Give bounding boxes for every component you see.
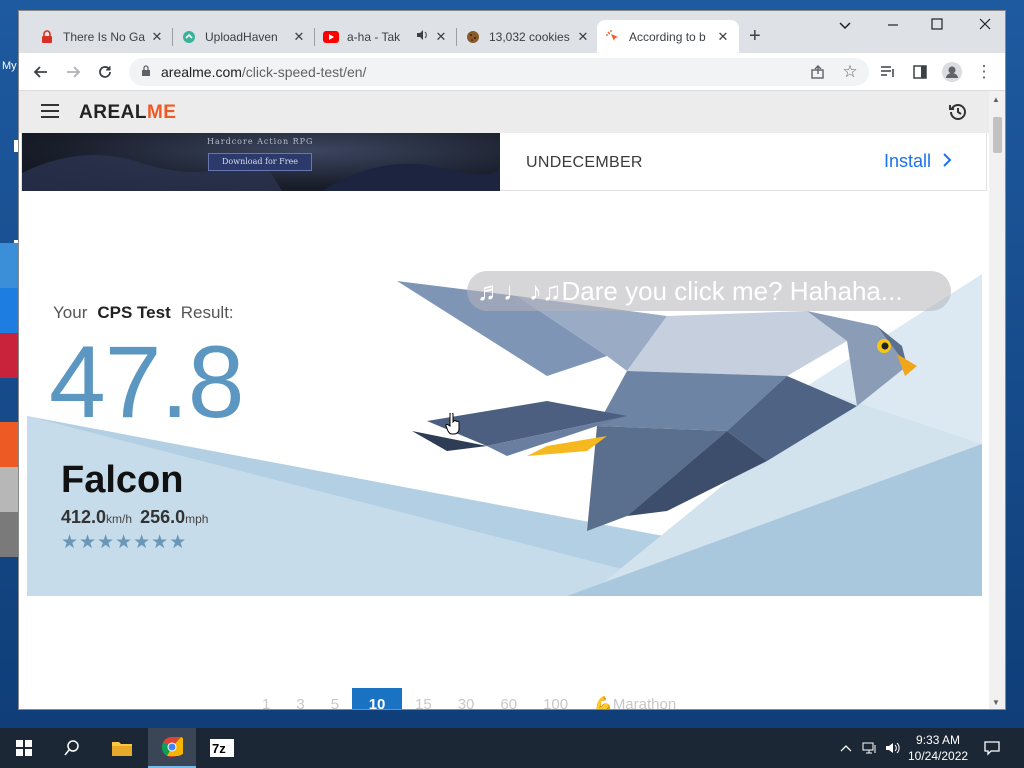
search-icon[interactable] <box>48 728 96 768</box>
pager-item[interactable]: 100 <box>530 688 581 709</box>
uploadhaven-icon <box>181 29 197 45</box>
new-tab-plus-icon[interactable]: + <box>749 25 761 48</box>
forward-arrow-icon[interactable] <box>62 61 84 83</box>
cps-score: 47.8 <box>49 325 245 439</box>
pager-item[interactable]: 60 <box>487 688 530 709</box>
game-lock-icon <box>39 29 55 45</box>
pager-item[interactable]: 5 <box>318 688 352 709</box>
result-heading: Your CPS Test Result: <box>53 303 234 322</box>
svg-text:7z: 7z <box>212 741 226 756</box>
tab-title: According to b <box>629 29 706 44</box>
pager-item-active[interactable]: 10 <box>352 688 403 709</box>
advertisement-banner[interactable]: Hardcore Action RPG Download for Free UN… <box>21 133 987 191</box>
address-bar[interactable]: arealme.com/click-speed-test/en/ <box>129 58 869 86</box>
click-cursor-icon <box>605 29 621 45</box>
tab-according-to[interactable]: According to b ✕ <box>597 20 739 53</box>
tab-there-is-no-game[interactable]: There Is No Ga ✕ <box>31 20 173 53</box>
cookie-icon <box>465 29 481 45</box>
hand-cursor-icon <box>445 413 460 435</box>
ad-game-name: UNDECEMBER <box>526 154 643 171</box>
close-tab-icon[interactable]: ✕ <box>433 29 449 45</box>
scroll-down-arrow-icon[interactable]: ▼ <box>992 698 1000 707</box>
kebab-menu-icon[interactable]: ⋮ <box>973 61 995 83</box>
side-panel-icon[interactable] <box>909 61 931 83</box>
system-clock[interactable]: 9:33 AM 10/24/2022 <box>908 732 968 764</box>
7zip-icon[interactable]: 7z <box>198 728 246 768</box>
share-icon[interactable] <box>807 61 829 83</box>
tab-uploadhaven[interactable]: UploadHaven ✕ <box>173 20 315 53</box>
back-arrow-icon[interactable] <box>30 61 52 83</box>
windows-taskbar: 7z 9:33 AM 10/24/2022 <box>0 728 1024 768</box>
reload-icon[interactable] <box>94 61 116 83</box>
desktop-icon-label[interactable]: My <box>2 60 17 72</box>
reading-list-icon[interactable] <box>877 61 899 83</box>
notifications-icon[interactable] <box>984 728 1000 768</box>
site-logo[interactable]: AREALME <box>79 102 176 124</box>
close-tab-icon[interactable]: ✕ <box>715 29 731 45</box>
speaker-icon[interactable] <box>411 29 433 44</box>
dare-click-banner[interactable]: ♬♩♪♫Dare you click me? Hahaha... <box>467 271 951 311</box>
tab-title: UploadHaven <box>205 29 278 44</box>
scrollbar-thumb[interactable] <box>993 117 1002 153</box>
speed-readout: 412.0km/h 256.0mph <box>61 507 209 527</box>
history-icon[interactable] <box>947 101 969 123</box>
site-header: AREALME <box>19 91 991 133</box>
show-hidden-icons-chevron-icon[interactable] <box>840 728 852 768</box>
maximize-icon[interactable] <box>927 17 947 34</box>
tab-search-chevron-icon[interactable] <box>835 17 855 34</box>
profile-avatar-icon[interactable] <box>941 61 963 83</box>
marathon-button[interactable]: 💪Marathon <box>581 688 689 710</box>
tab-strip: There Is No Ga ✕ UploadHaven ✕ a-ha - Ta… <box>19 11 1005 53</box>
duration-pager: 1 3 5 10 15 30 60 100 💪Marathon <box>249 688 689 710</box>
ad-tagline: Hardcore Action RPG <box>207 137 314 146</box>
close-window-icon[interactable] <box>975 17 995 34</box>
pager-item[interactable]: 1 <box>249 688 283 709</box>
scroll-up-arrow-icon[interactable]: ▲ <box>992 95 1000 104</box>
url-host: arealme.com <box>161 64 242 80</box>
network-icon[interactable] <box>862 728 878 768</box>
tab-cookies[interactable]: 13,032 cookies ✕ <box>457 20 599 53</box>
ad-install-button[interactable]: Install <box>884 151 952 172</box>
youtube-icon <box>323 29 339 45</box>
ad-image[interactable]: Hardcore Action RPG Download for Free <box>22 133 500 191</box>
bookmark-star-icon[interactable]: ☆ <box>839 61 861 83</box>
hamburger-menu-icon[interactable] <box>41 104 59 118</box>
start-windows-icon[interactable] <box>0 728 48 768</box>
close-tab-icon[interactable]: ✕ <box>149 29 165 45</box>
pager-item[interactable]: 15 <box>402 688 445 709</box>
volume-icon[interactable] <box>885 728 901 768</box>
file-explorer-icon[interactable] <box>98 728 146 768</box>
minimize-icon[interactable] <box>883 17 903 34</box>
page-scrollbar[interactable]: ▲ ▼ <box>989 91 1005 709</box>
lock-icon[interactable] <box>141 64 151 80</box>
tab-title: a-ha - Tak <box>347 29 401 44</box>
url-path: /click-speed-test/en/ <box>241 64 367 80</box>
flex-arm-icon: 💪 <box>594 696 613 710</box>
chrome-icon[interactable] <box>148 728 196 768</box>
ad-download-button[interactable]: Download for Free <box>208 153 312 171</box>
close-tab-icon[interactable]: ✕ <box>575 29 591 45</box>
browser-toolbar: arealme.com/click-speed-test/en/ ☆ ⋮ <box>19 53 1005 91</box>
pager-item[interactable]: 30 <box>445 688 488 709</box>
tab-a-ha-youtube[interactable]: a-ha - Tak ✕ <box>315 20 457 53</box>
animal-rank: Falcon <box>61 459 184 501</box>
star-rating: ★★★★★★★ <box>61 532 188 553</box>
tab-title: 13,032 cookies <box>489 29 570 44</box>
close-tab-icon[interactable]: ✕ <box>291 29 307 45</box>
pager-item[interactable]: 3 <box>283 688 317 709</box>
page-viewport: AREALME Hardcore Action RPG Download for… <box>19 91 991 710</box>
browser-window: There Is No Ga ✕ UploadHaven ✕ a-ha - Ta… <box>18 10 1006 710</box>
tab-title: There Is No Ga <box>63 29 146 44</box>
